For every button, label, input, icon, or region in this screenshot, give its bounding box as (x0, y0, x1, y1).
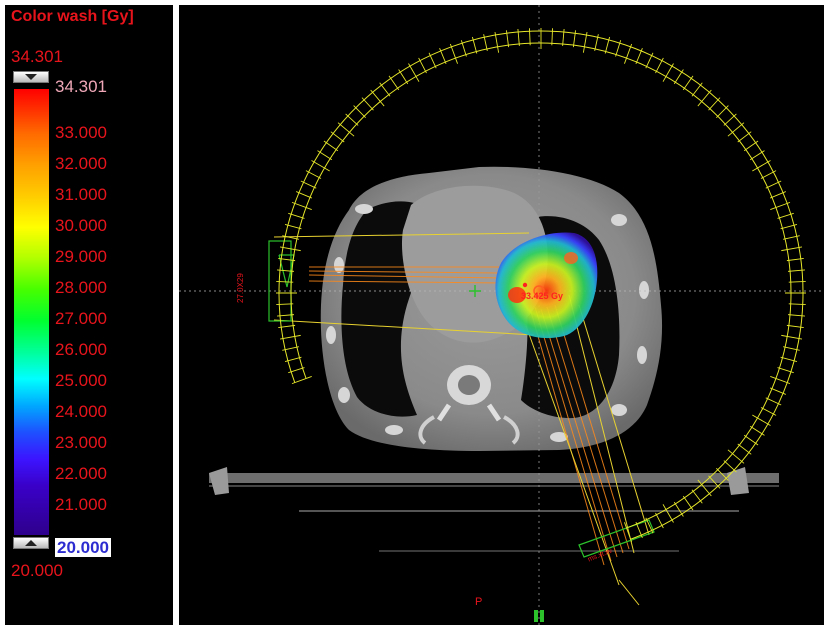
gantry-tick (388, 75, 400, 91)
gantry-tick (662, 63, 674, 82)
gantry-tick (645, 52, 654, 69)
slider-marker (540, 610, 544, 622)
gantry-tick (655, 512, 664, 529)
gantry-tick (408, 63, 420, 82)
scale-tick: 30.000 (55, 216, 107, 235)
gantry-tick (723, 113, 737, 126)
gantry-tick (317, 150, 333, 161)
scale-tick: 23.000 (55, 433, 107, 452)
gantry-tick (624, 43, 633, 64)
gantry-tick (428, 52, 437, 69)
gantry-tick (749, 150, 765, 161)
triangle-down-icon (25, 74, 37, 80)
gantry-tick (418, 57, 427, 74)
gantry-tick (770, 376, 791, 385)
scale-tick: 26.000 (55, 340, 107, 359)
gantry-tick (655, 57, 664, 74)
scale-tick: 22.000 (55, 464, 107, 483)
gantry-tick (765, 180, 782, 189)
scale-tick: 31.000 (55, 185, 107, 204)
field-size-label: 27.0X29 (236, 273, 245, 303)
gantry-tick (765, 397, 782, 406)
gantry-tick (291, 376, 312, 385)
gantry-tick (708, 97, 721, 111)
scale-tick: 28.000 (55, 278, 107, 297)
scale-tick: 21.000 (55, 495, 107, 514)
scale-tick: 29.000 (55, 247, 107, 266)
ct-axial-view[interactable]: P 33.425 Gy 27.0X29 ms.xt.xv (179, 5, 824, 625)
gantry-tick (291, 201, 312, 210)
gantry-tick (300, 180, 317, 189)
legend-max-value: 34.301 (11, 47, 63, 66)
scale-tick: 25.000 (55, 371, 107, 390)
scale-tick: 32.000 (55, 154, 107, 173)
dose-colorwash-legend: Color wash [Gy] 34.301 34.301 33.000 32.… (5, 5, 173, 625)
gantry-tick (311, 160, 330, 172)
triangle-up-icon (25, 540, 37, 546)
gantry-tick (379, 82, 391, 97)
spin-max-value[interactable]: 34.301 (55, 77, 107, 97)
legend-min-value: 20.000 (11, 561, 63, 580)
scale-tick: 27.000 (55, 309, 107, 328)
gantry-tick (398, 69, 409, 85)
gantry-tick (662, 504, 674, 523)
spin-min-value[interactable]: 20.000 (55, 538, 111, 557)
gantry-tick (743, 140, 759, 152)
gantry-tick (691, 82, 703, 97)
gantry-tick (752, 160, 771, 172)
color-scale-bar (14, 89, 49, 535)
ct-couch (209, 473, 779, 483)
gantry-tick (749, 425, 765, 436)
point-dose-label: 33.425 Gy (521, 291, 564, 301)
max-decrease-button[interactable] (13, 71, 49, 83)
beam-eye-view-left (268, 240, 295, 322)
legend-title: Color wash [Gy] (11, 8, 134, 25)
scale-tick-list: 33.000 32.000 31.000 30.000 29.000 28.00… (55, 117, 107, 520)
gantry-tick (716, 105, 729, 118)
gantry-tick (737, 443, 752, 455)
gantry-tick (673, 501, 684, 517)
gantry-tick (345, 113, 359, 126)
gantry-tick (305, 170, 322, 179)
gantry-tick (752, 414, 771, 426)
gantry-tick (760, 407, 777, 416)
gantry-tick (323, 140, 339, 152)
gantry-tick (743, 434, 759, 446)
gantry-tick (770, 201, 791, 210)
gantry-tick (330, 131, 345, 143)
gantry-tick (682, 75, 694, 91)
gantry-tick (760, 170, 777, 179)
gantry-tick (691, 489, 703, 504)
scale-tick: 24.000 (55, 402, 107, 421)
scale-tick: 33.000 (55, 123, 107, 142)
gantry-tick (449, 43, 458, 64)
gantry-tick (673, 69, 684, 85)
ct-scene (179, 5, 824, 625)
min-increase-button[interactable] (13, 537, 49, 549)
gantry-tick (723, 460, 737, 473)
gantry-tick (737, 131, 752, 143)
gantry-tick (682, 495, 694, 511)
slider-marker (534, 610, 538, 622)
orientation-label: P (475, 596, 483, 608)
gantry-tick (361, 97, 374, 111)
gantry-tick (353, 105, 366, 118)
